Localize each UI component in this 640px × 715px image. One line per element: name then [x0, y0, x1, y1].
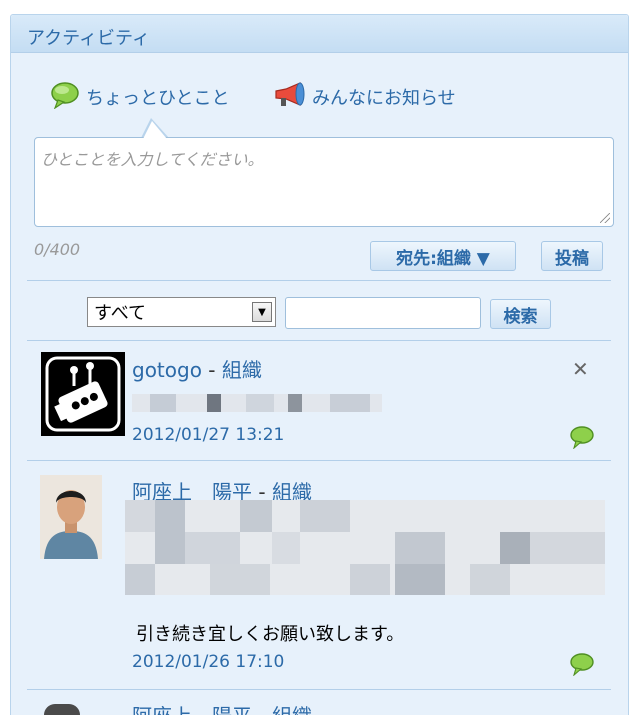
group-link[interactable]: 組織 — [272, 704, 312, 715]
panel-title: アクティビティ — [27, 28, 150, 49]
tab-notice-label: みんなにお知らせ — [312, 88, 456, 109]
close-icon[interactable]: ✕ — [572, 357, 589, 381]
avatar[interactable] — [41, 352, 125, 436]
person-photo — [40, 475, 102, 559]
tab-hitokoto[interactable]: ちょっとひとこと — [50, 82, 229, 112]
robot-logo-icon — [45, 356, 121, 432]
reply-bubble-icon[interactable] — [569, 652, 595, 680]
dropdown-arrow-icon[interactable]: ▼ — [252, 302, 272, 322]
post-author-line: gotogo - 組織 — [132, 358, 262, 382]
avatar[interactable] — [44, 704, 80, 715]
char-counter: 0/400 — [34, 240, 81, 259]
group-link[interactable]: 組織 — [222, 358, 262, 382]
post-timestamp[interactable]: 2012/01/27 13:21 — [132, 425, 284, 445]
tab-pointer-inner — [143, 121, 167, 139]
tab-hitokoto-label: ちょっとひとこと — [86, 88, 230, 109]
search-button[interactable]: 検索 — [490, 299, 551, 329]
divider — [27, 280, 611, 281]
compose-textarea[interactable]: ひとことを入力してください。 — [34, 137, 614, 227]
avatar[interactable] — [40, 475, 102, 559]
compose-placeholder: ひとことを入力してください。 — [41, 150, 264, 169]
destination-button[interactable]: 宛先:組織 ▼ — [370, 241, 516, 271]
post-author-line: 阿座上 陽平 - 組織 — [132, 700, 312, 715]
filter-select[interactable]: すべて ▼ — [87, 297, 276, 327]
reply-bubble-icon[interactable] — [569, 425, 595, 453]
tab-notice[interactable]: みんなにお知らせ — [272, 82, 456, 112]
divider — [27, 340, 611, 341]
panel-header: アクティビティ — [11, 15, 628, 53]
megaphone-icon — [272, 81, 306, 113]
speech-bubble-icon — [50, 81, 80, 113]
post-timestamp[interactable]: 2012/01/26 17:10 — [132, 652, 284, 672]
divider — [27, 689, 611, 690]
resize-grip-icon[interactable] — [600, 213, 610, 223]
author-link[interactable]: gotogo — [132, 358, 202, 382]
post-message: 引き続き宜しくお願い致します。 — [136, 624, 405, 645]
post-button[interactable]: 投稿 — [541, 241, 603, 271]
author-link[interactable]: 阿座上 陽平 — [132, 704, 252, 715]
search-input[interactable] — [285, 297, 481, 329]
filter-selected-value: すべて — [94, 303, 147, 324]
divider — [27, 460, 611, 461]
